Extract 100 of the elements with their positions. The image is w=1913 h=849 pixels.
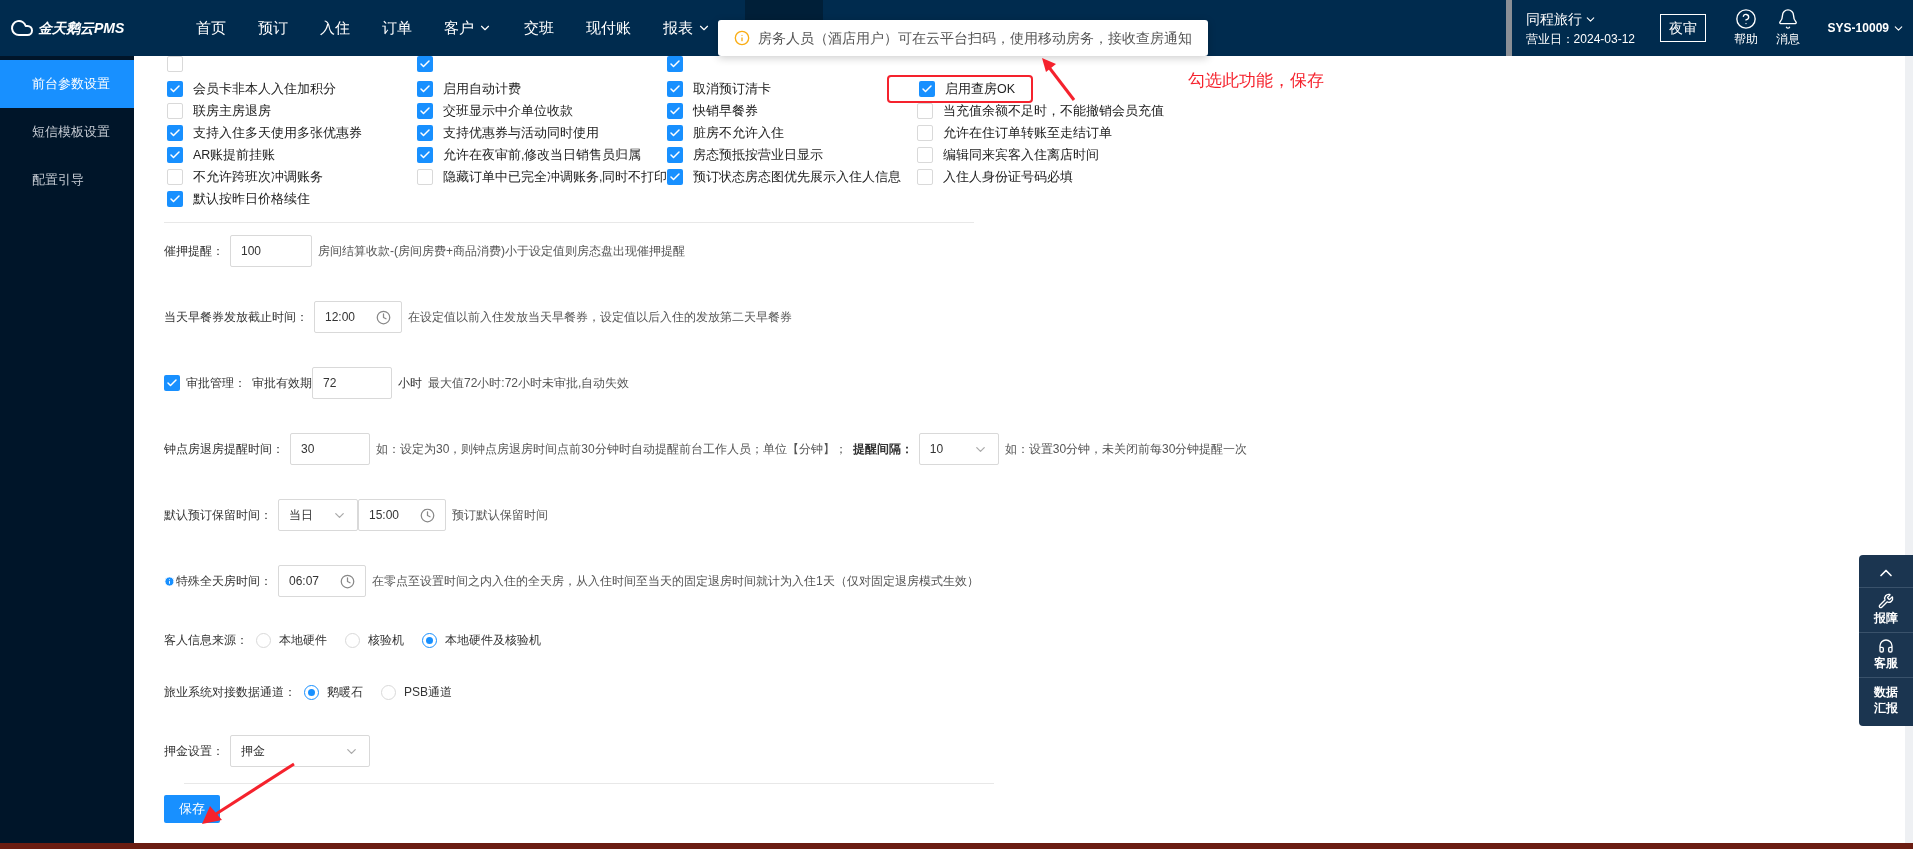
field-label: 押金设置： xyxy=(164,743,224,760)
time-field[interactable]: 12:00 xyxy=(314,301,402,333)
hint-text: 如：设定为30，则钟点房退房时间点前30分钟时自动提醒前台工作人员；单位【分钟】； xyxy=(376,441,847,458)
check-icon xyxy=(921,83,933,95)
checkbox-label: 当充值余额不足时，不能撤销会员充值 xyxy=(943,102,1164,120)
checkbox[interactable] xyxy=(667,147,683,163)
select-field[interactable]: 押金 xyxy=(230,735,370,767)
nav-tab[interactable]: 交班 xyxy=(508,0,570,56)
time-field[interactable]: 15:00 xyxy=(358,499,446,531)
data-report-button[interactable]: 数据汇报 xyxy=(1859,677,1913,722)
night-audit-button[interactable]: 夜审 xyxy=(1659,14,1706,42)
hint-text: 预订默认保留时间 xyxy=(452,507,548,524)
checkbox[interactable] xyxy=(417,147,433,163)
checkbox-label: 脏房不允许入住 xyxy=(693,124,784,142)
radio-label: PSB通道 xyxy=(404,684,452,701)
radio-label: 鹅暖石 xyxy=(327,684,363,701)
nav-tab[interactable]: 现付账 xyxy=(570,0,647,56)
check-icon xyxy=(669,171,681,183)
nav-tab[interactable]: 客户 xyxy=(428,0,508,56)
help-button[interactable]: 帮助 xyxy=(1733,8,1758,48)
checkbox[interactable] xyxy=(167,191,183,207)
checkbox[interactable] xyxy=(917,147,933,163)
hint-text: 在零点至设置时间之内入住的全天房，从入住时间至当天的固定退房时间就计为入住1天（仅对固定退房模式生效） xyxy=(372,573,979,590)
checkbox[interactable] xyxy=(917,125,933,141)
checkbox[interactable] xyxy=(417,81,433,97)
checkbox[interactable] xyxy=(417,125,433,141)
hint-text: 如：设置30分钟，未关闭前每30分钟提醒一次 xyxy=(1004,441,1248,458)
nav-tab[interactable]: 首页 xyxy=(180,0,242,56)
checkbox[interactable] xyxy=(167,125,183,141)
check-icon xyxy=(669,83,681,95)
annotation-text: 勾选此功能，保存 xyxy=(1188,70,1324,92)
report-button[interactable]: 报障 xyxy=(1859,587,1913,632)
check-icon xyxy=(169,127,181,139)
checkbox[interactable] xyxy=(667,56,683,72)
field-label: 提醒间隔： xyxy=(852,441,913,458)
checkbox-label: 联房主房退房 xyxy=(193,102,271,120)
checkbox[interactable] xyxy=(164,375,180,391)
checkbox[interactable] xyxy=(919,81,935,97)
input-field[interactable]: 30 xyxy=(290,433,370,465)
checkbox-label: 启用查房OK xyxy=(945,80,1016,98)
support-button[interactable]: 客服 xyxy=(1859,632,1913,677)
check-icon xyxy=(169,83,181,95)
nav-tab[interactable]: 入住 xyxy=(304,0,366,56)
checkbox-label: 会员卡非本人入住加积分 xyxy=(193,80,336,98)
field-label: 当天早餐券发放截止时间： xyxy=(164,309,308,326)
field-label: 钟点房退房提醒时间： xyxy=(164,441,284,458)
arrow xyxy=(1040,56,1076,102)
checkbox-label: 允许在夜审前,修改当日销售员归属 xyxy=(443,146,642,164)
checkbox-label: AR账提前挂账 xyxy=(193,146,276,164)
field-label: 默认预订保留时间： xyxy=(164,507,272,524)
checkbox-label: 支持优惠券与活动同时使用 xyxy=(443,124,599,142)
hint-text: 最大值72小时:72小时未审批,自动失效 xyxy=(428,375,630,392)
nav-tab[interactable]: 报表 xyxy=(647,0,727,56)
checkbox[interactable] xyxy=(917,169,933,185)
field-label: 特殊全天房时间： xyxy=(176,573,272,590)
sidebar-item[interactable]: 配置引导 xyxy=(0,156,134,204)
warning-icon xyxy=(734,30,750,46)
checkbox[interactable] xyxy=(167,56,183,72)
sidebar-item[interactable]: 短信模板设置 xyxy=(0,108,134,156)
checkbox[interactable] xyxy=(667,81,683,97)
headset-icon xyxy=(1878,638,1894,654)
checkbox[interactable] xyxy=(417,103,433,119)
checkbox-label: 编辑同来宾客入住离店时间 xyxy=(943,146,1099,164)
messages-button[interactable]: 消息 xyxy=(1775,8,1800,48)
checkbox-label: 交班显示中介单位收款 xyxy=(443,102,573,120)
checkbox[interactable] xyxy=(667,103,683,119)
select-field[interactable]: 10 xyxy=(918,433,999,465)
check-icon xyxy=(419,149,431,161)
checkbox[interactable] xyxy=(167,81,183,97)
checkbox[interactable] xyxy=(667,125,683,141)
radio-button[interactable] xyxy=(422,632,437,648)
input-field[interactable]: 100 xyxy=(230,235,312,267)
hint-text: 在设定值以前入住发放当天早餐券，设定值以后入住的发放第二天早餐券 xyxy=(408,309,792,326)
tooltip-text: 房务人员（酒店用户）可在云平台扫码，使用移动房务，接收查房通知 xyxy=(758,28,1192,48)
checkbox[interactable] xyxy=(167,103,183,119)
field-label: 旅业系统对接数据通道： xyxy=(164,684,296,701)
checkbox-label: 启用自动计费 xyxy=(443,80,521,98)
time-field[interactable]: 06:07 xyxy=(278,565,366,597)
checkbox[interactable] xyxy=(917,103,933,119)
checkbox[interactable] xyxy=(167,147,183,163)
nav-tab[interactable]: 预订 xyxy=(242,0,304,56)
clock-icon xyxy=(420,507,435,523)
checkbox[interactable] xyxy=(417,56,433,72)
select-field[interactable]: 当日 xyxy=(278,499,358,531)
radio-button[interactable] xyxy=(304,684,319,700)
field-label: 催押提醒： xyxy=(164,243,224,260)
checkbox[interactable] xyxy=(167,169,183,185)
checkbox[interactable] xyxy=(417,169,433,185)
nav-tab[interactable]: 订单 xyxy=(366,0,428,56)
check-icon xyxy=(419,105,431,117)
checkbox[interactable] xyxy=(667,169,683,185)
check-icon xyxy=(419,58,431,70)
radio-label: 核验机 xyxy=(368,632,404,649)
field-label: 审批有效期 xyxy=(252,375,312,392)
user-menu[interactable]: SYS-10009 xyxy=(1827,19,1905,37)
input-field[interactable]: 72 xyxy=(312,367,392,399)
field-label: 审批管理： xyxy=(186,375,246,392)
checkbox-label: 允许在住订单转账至走结订单 xyxy=(943,124,1112,142)
check-icon xyxy=(169,193,181,205)
checkbox-label: 支持入住多天使用多张优惠券 xyxy=(193,124,362,142)
